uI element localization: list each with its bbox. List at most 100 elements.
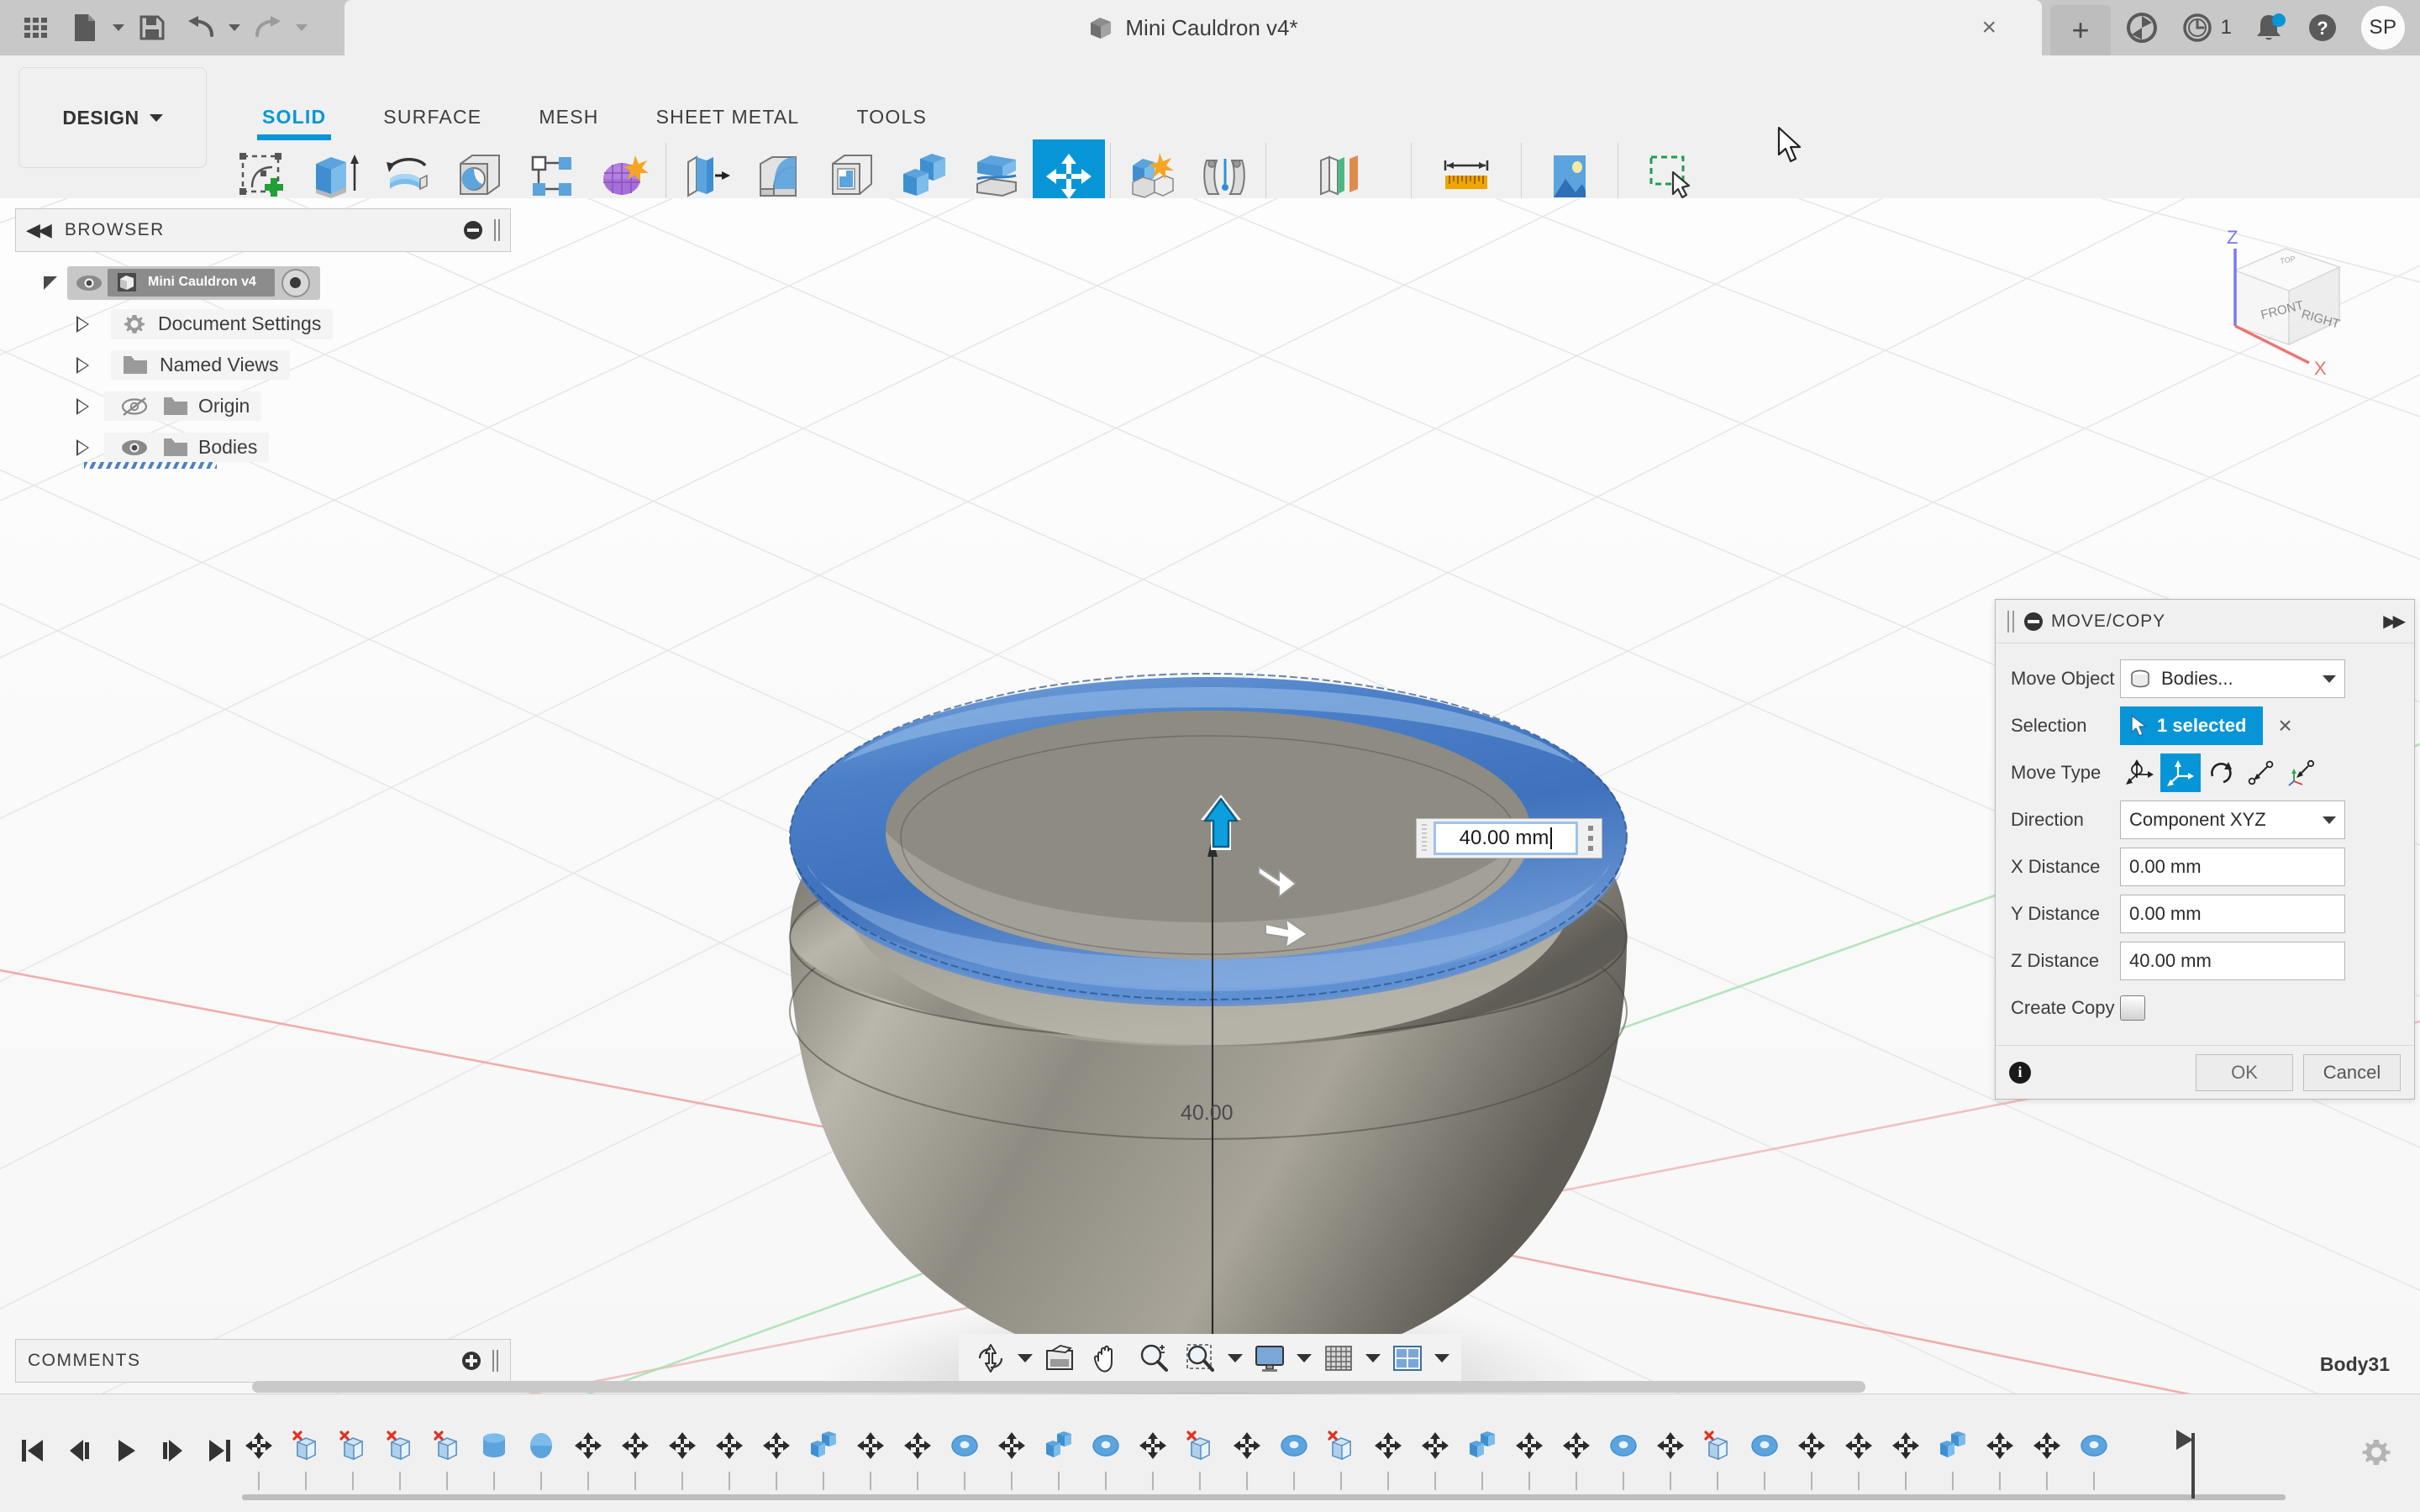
timeline-feature-torus[interactable] <box>1270 1420 1318 1500</box>
timeline-feature-torus[interactable] <box>1741 1420 1788 1500</box>
new-file-icon[interactable] <box>60 4 109 51</box>
cancel-button[interactable]: Cancel <box>2303 1054 2401 1091</box>
pan-icon[interactable] <box>1083 1334 1130 1383</box>
free-move-icon[interactable] <box>2120 753 2160 792</box>
timeline-feature-sketch-x[interactable] <box>424 1420 471 1500</box>
timeline-feature-move[interactable] <box>1788 1420 1835 1500</box>
timeline-feature-combine[interactable] <box>1035 1420 1082 1500</box>
visibility-hidden-icon[interactable] <box>116 396 153 417</box>
timeline-feature-combine[interactable] <box>1459 1420 1506 1500</box>
undo-icon[interactable] <box>176 4 225 51</box>
zoom-window-caret-icon[interactable] <box>1224 1334 1246 1383</box>
timeline-marker[interactable] <box>2191 1433 2195 1499</box>
timeline-feature-move[interactable] <box>2023 1420 2070 1500</box>
timeline-feature-move[interactable] <box>659 1420 706 1500</box>
point-to-position-icon[interactable] <box>2281 753 2322 792</box>
timeline-feature-move[interactable] <box>1129 1420 1176 1500</box>
play-icon[interactable] <box>103 1423 150 1478</box>
timeline-feature-move[interactable] <box>235 1420 282 1500</box>
timeline-feature-move[interactable] <box>612 1420 659 1500</box>
tree-row-root[interactable]: Mini Cauldron v4 <box>34 262 504 303</box>
display-settings-caret-icon[interactable] <box>1293 1334 1315 1383</box>
tab-solid[interactable]: SOLID <box>234 106 355 129</box>
move-object-select[interactable]: Bodies... <box>2120 659 2345 698</box>
data-panel-icon[interactable] <box>2125 11 2159 45</box>
activate-component-radio[interactable] <box>281 269 310 297</box>
go-to-start-icon[interactable] <box>8 1423 55 1478</box>
value-input-menu-icon[interactable] <box>1580 819 1602 858</box>
timeline-feature-move[interactable] <box>988 1420 1035 1500</box>
timeline-feature-cylinder[interactable] <box>471 1420 518 1500</box>
collapse-left-icon[interactable]: ◀◀ <box>26 219 50 241</box>
undo-caret-icon[interactable] <box>225 4 244 51</box>
value-input-field[interactable]: 40.00 mm <box>1434 822 1578 855</box>
timeline-feature-move[interactable] <box>894 1420 941 1500</box>
notifications-icon[interactable] <box>2254 12 2284 44</box>
clear-selection-icon[interactable]: × <box>2278 714 2291 738</box>
document-tab[interactable]: Mini Cauldron v4* × <box>345 0 2042 55</box>
zoom-icon[interactable] <box>1130 1334 1177 1383</box>
viewports-caret-icon[interactable] <box>1431 1334 1453 1383</box>
planar-move-handle[interactable] <box>1262 912 1313 953</box>
create-copy-checkbox[interactable] <box>2120 995 2145 1021</box>
timeline-feature-move[interactable] <box>565 1420 612 1500</box>
minimize-icon[interactable] <box>464 221 482 239</box>
expand-toggle-icon[interactable] <box>66 357 99 374</box>
rotate-icon[interactable] <box>2201 753 2241 792</box>
step-back-icon[interactable] <box>55 1423 103 1478</box>
job-status-icon[interactable]: 1 <box>2181 11 2232 45</box>
tree-row-origin[interactable]: Origin <box>34 386 504 427</box>
redo-caret-icon[interactable] <box>292 4 311 51</box>
timeline-feature-sketch-x[interactable] <box>329 1420 376 1500</box>
info-icon[interactable]: i <box>2009 1062 2031 1084</box>
timeline-feature-sketch-x[interactable] <box>376 1420 424 1500</box>
expand-toggle-icon[interactable] <box>66 439 99 456</box>
z-distance-input[interactable]: 40.00 mm <box>2120 942 2345 980</box>
timeline-feature-move[interactable] <box>753 1420 800 1500</box>
viewport-canvas[interactable]: 40.00 40.00 mm ◀◀ BROWSER <box>0 198 2420 1394</box>
timeline-track[interactable] <box>235 1420 2286 1500</box>
timeline-feature-combine[interactable] <box>800 1420 847 1500</box>
view-cube[interactable]: FRONT RIGHT TOP Z X <box>2191 218 2385 378</box>
help-icon[interactable]: ? <box>2306 11 2339 45</box>
point-to-point-icon[interactable] <box>2241 753 2281 792</box>
grid-snaps-icon[interactable] <box>1315 1334 1362 1383</box>
dialog-title-bar[interactable]: MOVE/COPY ▶▶ <box>1996 600 2414 643</box>
direction-select[interactable]: Component XYZ <box>2120 801 2345 839</box>
workspace-switcher-button[interactable]: DESIGN <box>18 67 207 168</box>
expand-toggle-icon[interactable] <box>66 316 99 333</box>
viewports-icon[interactable] <box>1384 1334 1431 1383</box>
save-icon[interactable] <box>128 4 176 51</box>
timeline-feature-torus[interactable] <box>1082 1420 1129 1500</box>
expand-right-icon[interactable]: ▶▶ <box>2383 611 2402 632</box>
planar-move-handle[interactable] <box>1254 862 1301 900</box>
timeline-feature-move[interactable] <box>1882 1420 1929 1500</box>
dialog-drag-grip[interactable] <box>2007 611 2014 633</box>
redo-icon[interactable] <box>244 4 292 51</box>
timeline-feature-move[interactable] <box>1835 1420 1882 1500</box>
panel-resize-grip[interactable] <box>494 219 500 241</box>
timeline-feature-move[interactable] <box>706 1420 753 1500</box>
y-distance-input[interactable]: 0.00 mm <box>2120 895 2345 933</box>
timeline-feature-move[interactable] <box>1223 1420 1270 1500</box>
tree-row-named-views[interactable]: Named Views <box>34 344 504 386</box>
new-file-caret-icon[interactable] <box>109 4 128 51</box>
orbit-caret-icon[interactable] <box>1014 1334 1036 1383</box>
tab-mesh[interactable]: MESH <box>510 106 627 129</box>
timeline-feature-combine[interactable] <box>1929 1420 1976 1500</box>
timeline-feature-move[interactable] <box>1647 1420 1694 1500</box>
timeline-feature-sketch-x[interactable] <box>1176 1420 1223 1500</box>
tab-tools[interactable]: TOOLS <box>828 106 955 129</box>
translate-xyz-icon[interactable] <box>2160 753 2201 792</box>
look-at-icon[interactable] <box>1036 1334 1083 1383</box>
expand-toggle-icon[interactable] <box>34 276 67 290</box>
new-tab-button[interactable]: + <box>2050 5 2111 55</box>
grid-apps-icon[interactable] <box>12 4 60 51</box>
step-forward-icon[interactable] <box>150 1423 197 1478</box>
timeline-feature-torus[interactable] <box>2070 1420 2118 1500</box>
tree-row-bodies[interactable]: Bodies <box>34 427 504 468</box>
timeline-feature-move[interactable] <box>1553 1420 1600 1500</box>
selection-button[interactable]: 1 selected <box>2120 706 2263 745</box>
ok-button[interactable]: OK <box>2196 1054 2293 1091</box>
panel-resize-grip[interactable] <box>492 1350 498 1372</box>
